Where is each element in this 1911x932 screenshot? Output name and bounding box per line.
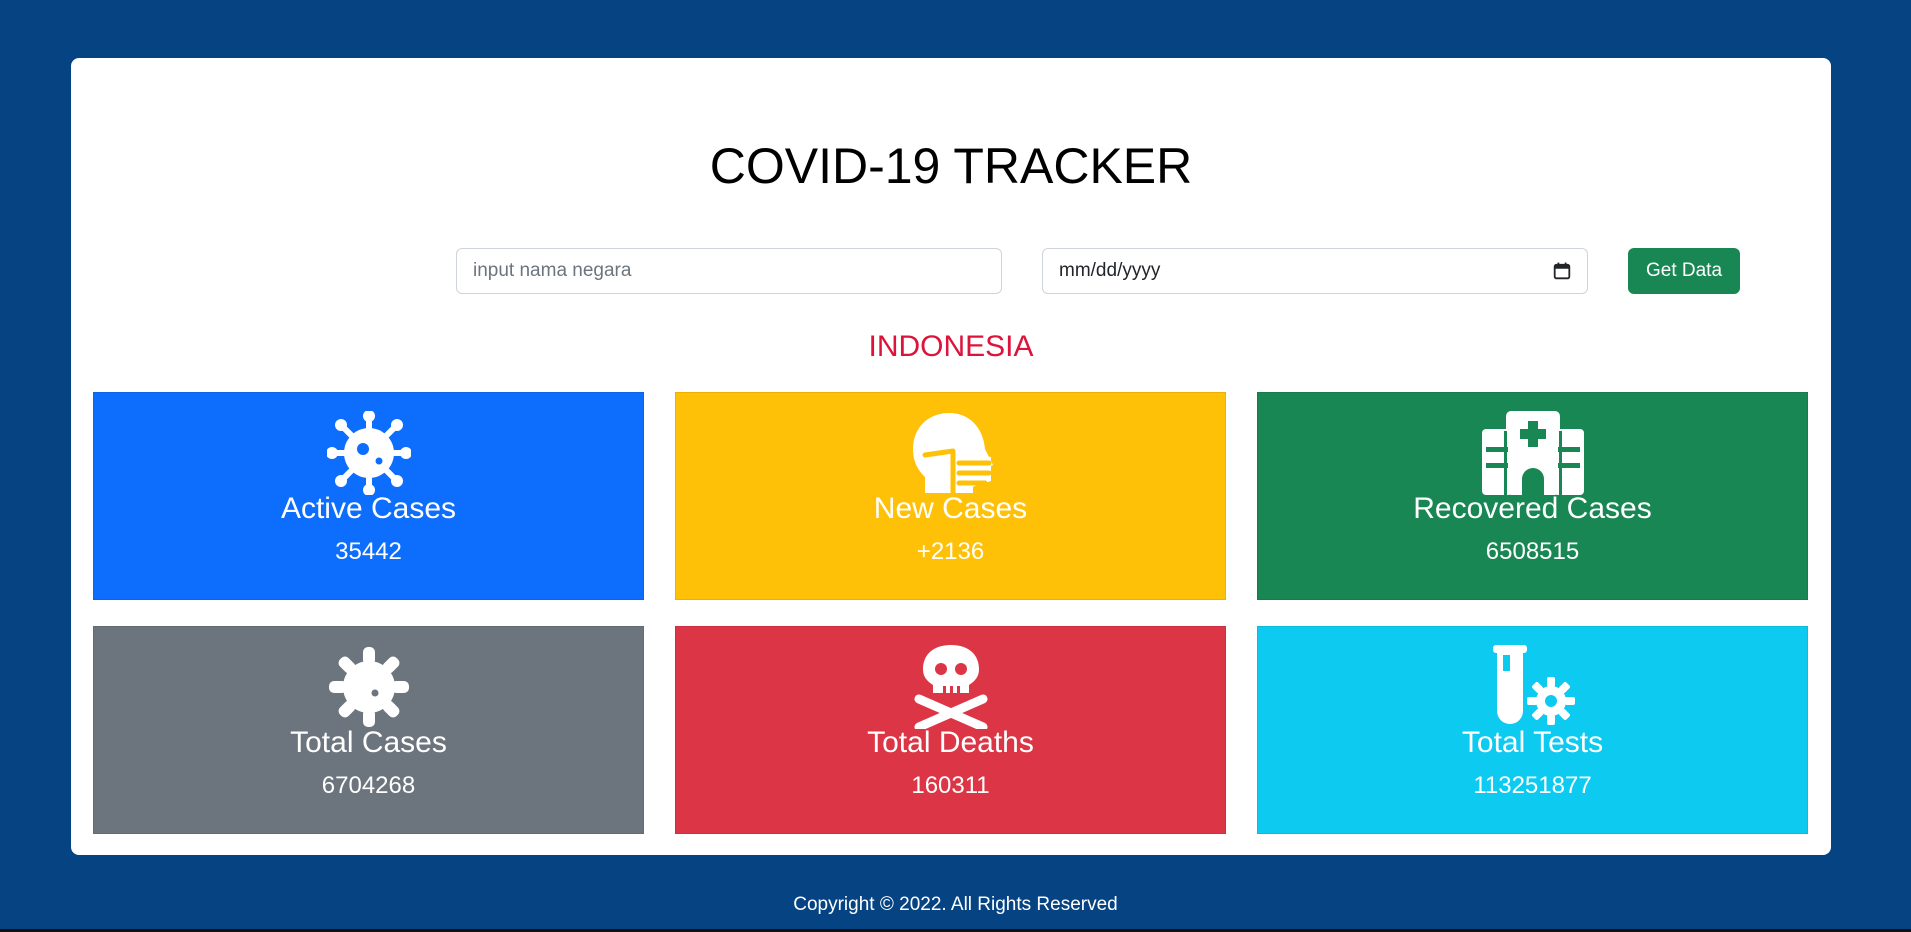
calendar-icon[interactable] [1553,262,1571,280]
card-value: 160311 [911,772,990,799]
card-label: Active Cases [280,492,457,525]
card-label: New Cases [873,492,1028,525]
country-input[interactable] [456,248,1002,294]
total-tests-card: Total Tests 113251877 [1257,626,1808,834]
skull-crossbones-icon [914,645,987,729]
date-field[interactable]: mm/dd/yyyy [1042,248,1588,294]
card-label: Total Cases [290,726,447,759]
recovered-cases-card: Recovered Cases 6508515 [1257,392,1808,600]
card-value: 113251877 [1473,772,1592,799]
card-label: Total Tests [1461,726,1604,759]
virus-icon [326,411,411,495]
card-value: 35442 [335,538,402,565]
card-value: 6704268 [321,772,416,799]
test-tube-gear-icon [1492,645,1575,725]
total-deaths-card: Total Deaths 160311 [675,626,1226,834]
total-cases-card: Total Cases 6704268 [93,626,644,834]
main-panel: COVID-19 TRACKER mm/dd/yyyy Get Data IND… [71,58,1831,855]
card-label: Total Deaths [867,726,1034,759]
get-data-button[interactable]: Get Data [1628,248,1740,294]
date-placeholder: mm/dd/yyyy [1059,260,1161,281]
active-cases-card: Active Cases 35442 [93,392,644,600]
footer-copyright: Copyright © 2022. All Rights Reserved [793,894,1118,915]
card-value: 6508515 [1485,538,1580,565]
bacteria-icon [328,647,409,727]
head-mask-icon [912,413,993,495]
card-value: +2136 [916,538,985,565]
page-title: COVID-19 TRACKER [709,138,1193,194]
country-name: INDONESIA [868,330,1034,363]
hospital-icon [1481,411,1584,495]
card-label: Recovered Cases [1413,492,1652,525]
new-cases-card: New Cases +2136 [675,392,1226,600]
